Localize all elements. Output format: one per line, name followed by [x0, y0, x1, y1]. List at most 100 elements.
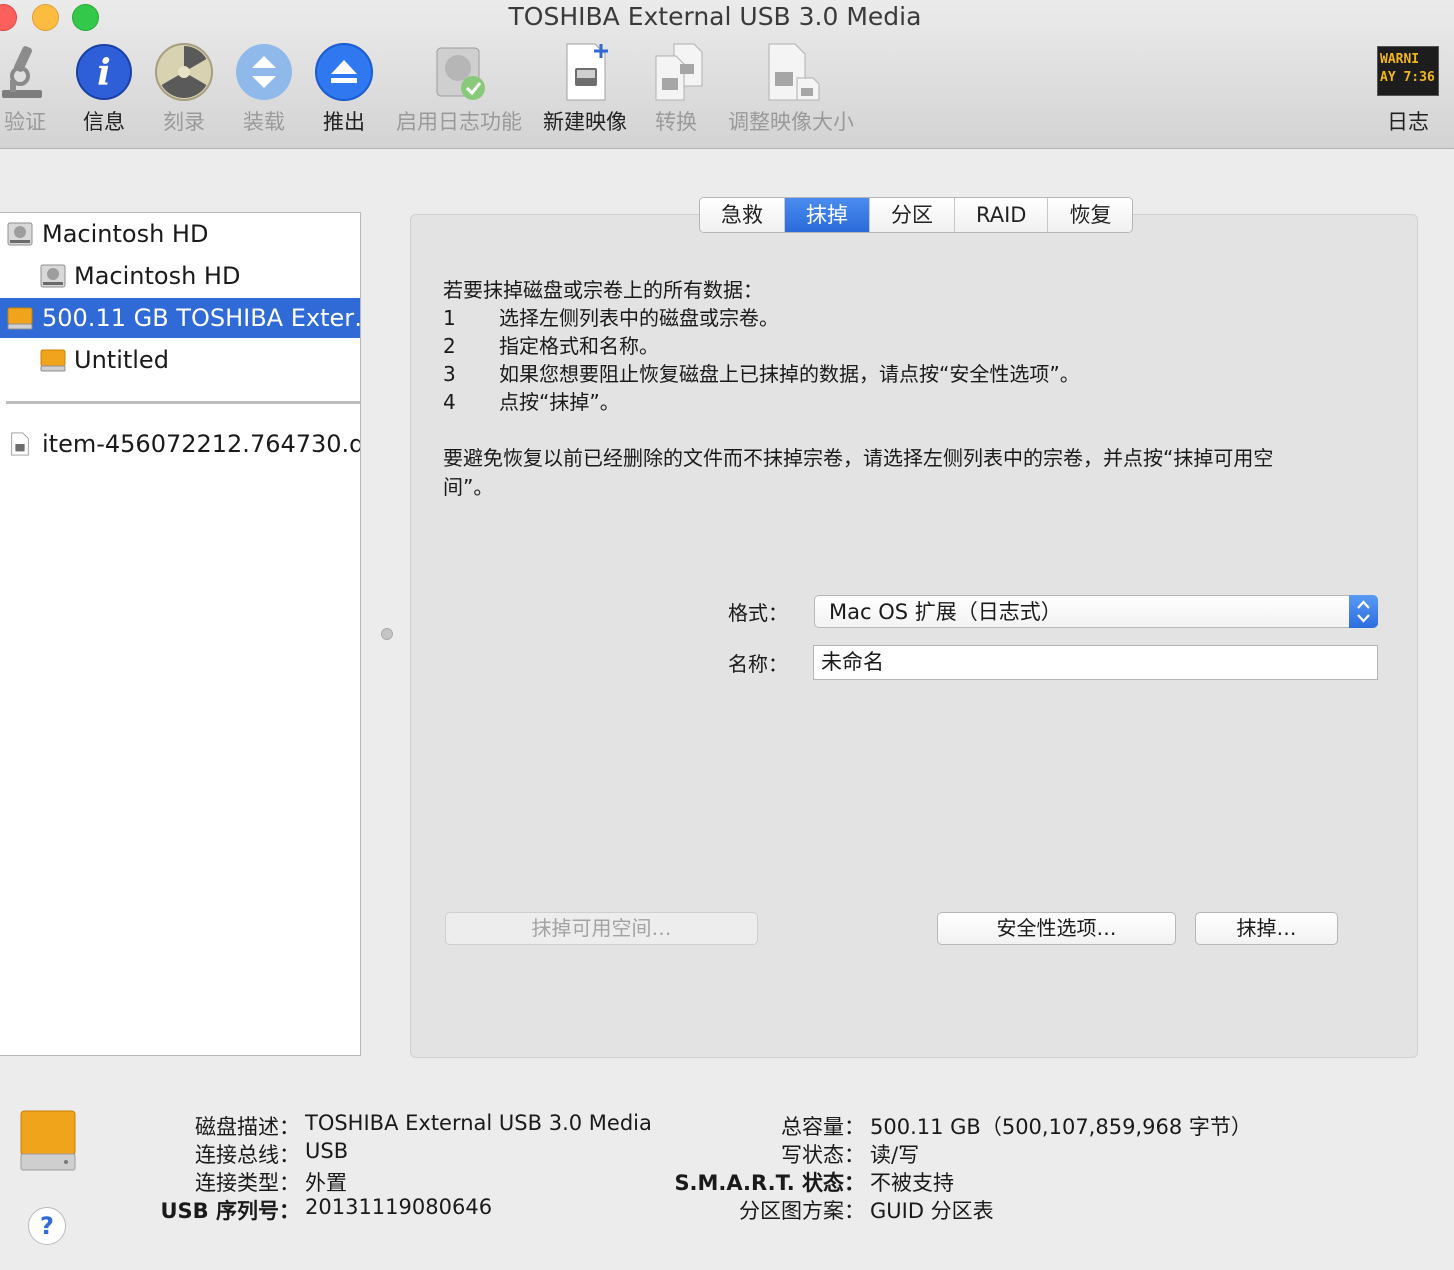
help-button[interactable]: ?: [28, 1207, 66, 1245]
connection-type-value: 外置: [305, 1171, 347, 1195]
sidebar-item-disk-image[interactable]: item-456072212.764730.dm: [0, 424, 360, 464]
sidebar-item-label: Untitled: [74, 346, 169, 374]
tab-first-aid[interactable]: 急救: [700, 198, 784, 232]
microscope-icon: [0, 42, 56, 102]
total-capacity-label: 总容量：: [781, 1115, 865, 1139]
burn-tool[interactable]: 刻录: [154, 42, 214, 136]
sidebar-divider: [6, 401, 360, 404]
internal-disk-icon: [7, 222, 33, 246]
new-image-tool[interactable]: 新建映像: [541, 42, 629, 136]
window-title: TOSHIBA External USB 3.0 Media: [508, 2, 922, 31]
partition-scheme-value: GUID 分区表: [870, 1199, 994, 1223]
sidebar-item-label: Macintosh HD: [42, 220, 209, 248]
instruction-step: 2 指定格式和名称。: [443, 332, 1323, 360]
log-label: 日志: [1387, 110, 1429, 134]
log-icon-text-line-2: AY 7:36: [1380, 70, 1435, 85]
new-image-icon: [555, 42, 615, 102]
eject-tool[interactable]: 推出: [314, 42, 374, 136]
sidebar-item-label: Macintosh HD: [74, 262, 241, 290]
name-label: 名称：: [728, 652, 788, 676]
step-text: 点按“抹掉”。: [499, 390, 620, 414]
tab-raid[interactable]: RAID: [954, 198, 1048, 232]
resize-image-icon: [761, 42, 821, 102]
convert-label: 转换: [655, 110, 697, 134]
sidebar-item-label: 500.11 GB TOSHIBA Exter…: [42, 304, 360, 332]
step-text: 选择左侧列表中的磁盘或宗卷。: [499, 306, 779, 330]
format-value: Mac OS 扩展（日志式）: [829, 600, 1062, 624]
write-status-value: 读/写: [870, 1143, 920, 1167]
name-field[interactable]: 未命名: [813, 645, 1378, 680]
usb-serial-label: USB 序列号：: [160, 1199, 301, 1223]
tab-partition[interactable]: 分区: [869, 198, 954, 232]
connection-bus-value: USB: [305, 1139, 349, 1163]
enable-journaling-tool[interactable]: 启用日志功能: [394, 42, 524, 136]
erase-button[interactable]: 抹掉…: [1195, 912, 1338, 945]
instruction-step: 1 选择左侧列表中的磁盘或宗卷。: [443, 304, 1323, 332]
partition-scheme-label: 分区图方案：: [739, 1199, 865, 1223]
mount-icon: [234, 42, 294, 102]
internal-volume-icon: [40, 264, 66, 288]
window-toolbar: TOSHIBA External USB 3.0 Media 验证 i 信息 刻…: [0, 0, 1454, 149]
new-image-label: 新建映像: [543, 110, 627, 134]
step-number: 3: [443, 362, 456, 386]
popup-arrows-icon: [1349, 595, 1378, 628]
resize-image-tool[interactable]: 调整映像大小: [726, 42, 856, 136]
info-tool[interactable]: i 信息: [74, 42, 134, 136]
verify-tool[interactable]: 验证: [0, 42, 54, 136]
tab-erase[interactable]: 抹掉: [784, 198, 869, 232]
smart-status-value: 不被支持: [870, 1171, 954, 1195]
convert-tool[interactable]: 转换: [648, 42, 704, 136]
write-status-label: 写状态：: [781, 1143, 865, 1167]
disk-list-sidebar: Macintosh HD Macintosh HD 500.11 GB TOSH…: [0, 212, 361, 1056]
function-tabs: 急救 抹掉 分区 RAID 恢复: [699, 197, 1134, 233]
resize-image-label: 调整映像大小: [728, 110, 854, 134]
console-log-icon: WARNI AY 7:36: [1377, 42, 1439, 96]
erase-free-space-note: 要避免恢复以前已经删除的文件而不抹掉宗卷，请选择左侧列表中的宗卷，并点按“抹掉可…: [443, 446, 1274, 499]
erase-free-space-button[interactable]: 抹掉可用空间…: [445, 912, 758, 945]
instruction-step: 3 如果您想要阻止恢复磁盘上已抹掉的数据，请点按“安全性选项”。: [443, 360, 1323, 388]
info-icon: i: [74, 42, 134, 102]
sidebar-item-label: item-456072212.764730.dm: [42, 430, 360, 458]
disk-image-file-icon: [11, 432, 29, 456]
connection-bus-label: 连接总线：: [195, 1143, 300, 1167]
info-label: 信息: [83, 110, 125, 134]
external-disk-icon: [7, 307, 33, 330]
instructions-intro: 若要抹掉磁盘或宗卷上的所有数据：: [443, 278, 763, 302]
sidebar-item-untitled-volume[interactable]: Untitled: [0, 340, 360, 380]
disk-description-value: TOSHIBA External USB 3.0 Media: [305, 1111, 652, 1135]
step-number: 4: [443, 390, 456, 414]
sidebar-item-macintosh-hd-disk[interactable]: Macintosh HD: [0, 214, 360, 254]
usb-serial-value: 20131119080646: [305, 1195, 493, 1219]
step-text: 指定格式和名称。: [499, 334, 659, 358]
security-options-button[interactable]: 安全性选项…: [937, 912, 1176, 945]
tab-restore[interactable]: 恢复: [1047, 198, 1133, 232]
erase-instructions: 若要抹掉磁盘或宗卷上的所有数据： 1 选择左侧列表中的磁盘或宗卷。 2 指定格式…: [443, 276, 1323, 416]
instruction-step: 4 点按“抹掉”。: [443, 388, 1323, 416]
eject-icon: [314, 42, 374, 102]
mount-tool[interactable]: 装载: [234, 42, 294, 136]
split-view-handle[interactable]: [381, 628, 393, 640]
disk-description-label: 磁盘描述：: [195, 1115, 300, 1139]
burn-label: 刻录: [163, 110, 205, 134]
external-volume-icon: [40, 349, 66, 372]
smart-status-label: S.M.A.R.T. 状态：: [674, 1171, 865, 1195]
journaling-disk-icon: [429, 42, 489, 102]
format-select[interactable]: Mac OS 扩展（日志式）: [814, 595, 1378, 628]
sidebar-item-macintosh-hd-volume[interactable]: Macintosh HD: [0, 256, 360, 296]
step-number: 1: [443, 306, 456, 330]
verify-label: 验证: [4, 110, 46, 134]
svg-text:i: i: [97, 52, 111, 94]
log-icon-text-line-1: WARNI: [1380, 52, 1420, 67]
step-number: 2: [443, 334, 456, 358]
radiation-icon: [154, 42, 214, 102]
external-drive-icon: [20, 1110, 76, 1171]
sidebar-item-toshiba-disk[interactable]: 500.11 GB TOSHIBA Exter…: [0, 298, 360, 338]
step-text: 如果您想要阻止恢复磁盘上已抹掉的数据，请点按“安全性选项”。: [499, 362, 1080, 386]
total-capacity-value: 500.11 GB（500,107,859,968 字节）: [870, 1115, 1252, 1139]
log-tool[interactable]: WARNI AY 7:36 日志: [1376, 42, 1440, 136]
connection-type-label: 连接类型：: [195, 1171, 300, 1195]
mount-label: 装载: [243, 110, 285, 134]
format-label: 格式：: [728, 601, 788, 625]
eject-label: 推出: [323, 110, 365, 134]
convert-icon: [648, 42, 708, 102]
